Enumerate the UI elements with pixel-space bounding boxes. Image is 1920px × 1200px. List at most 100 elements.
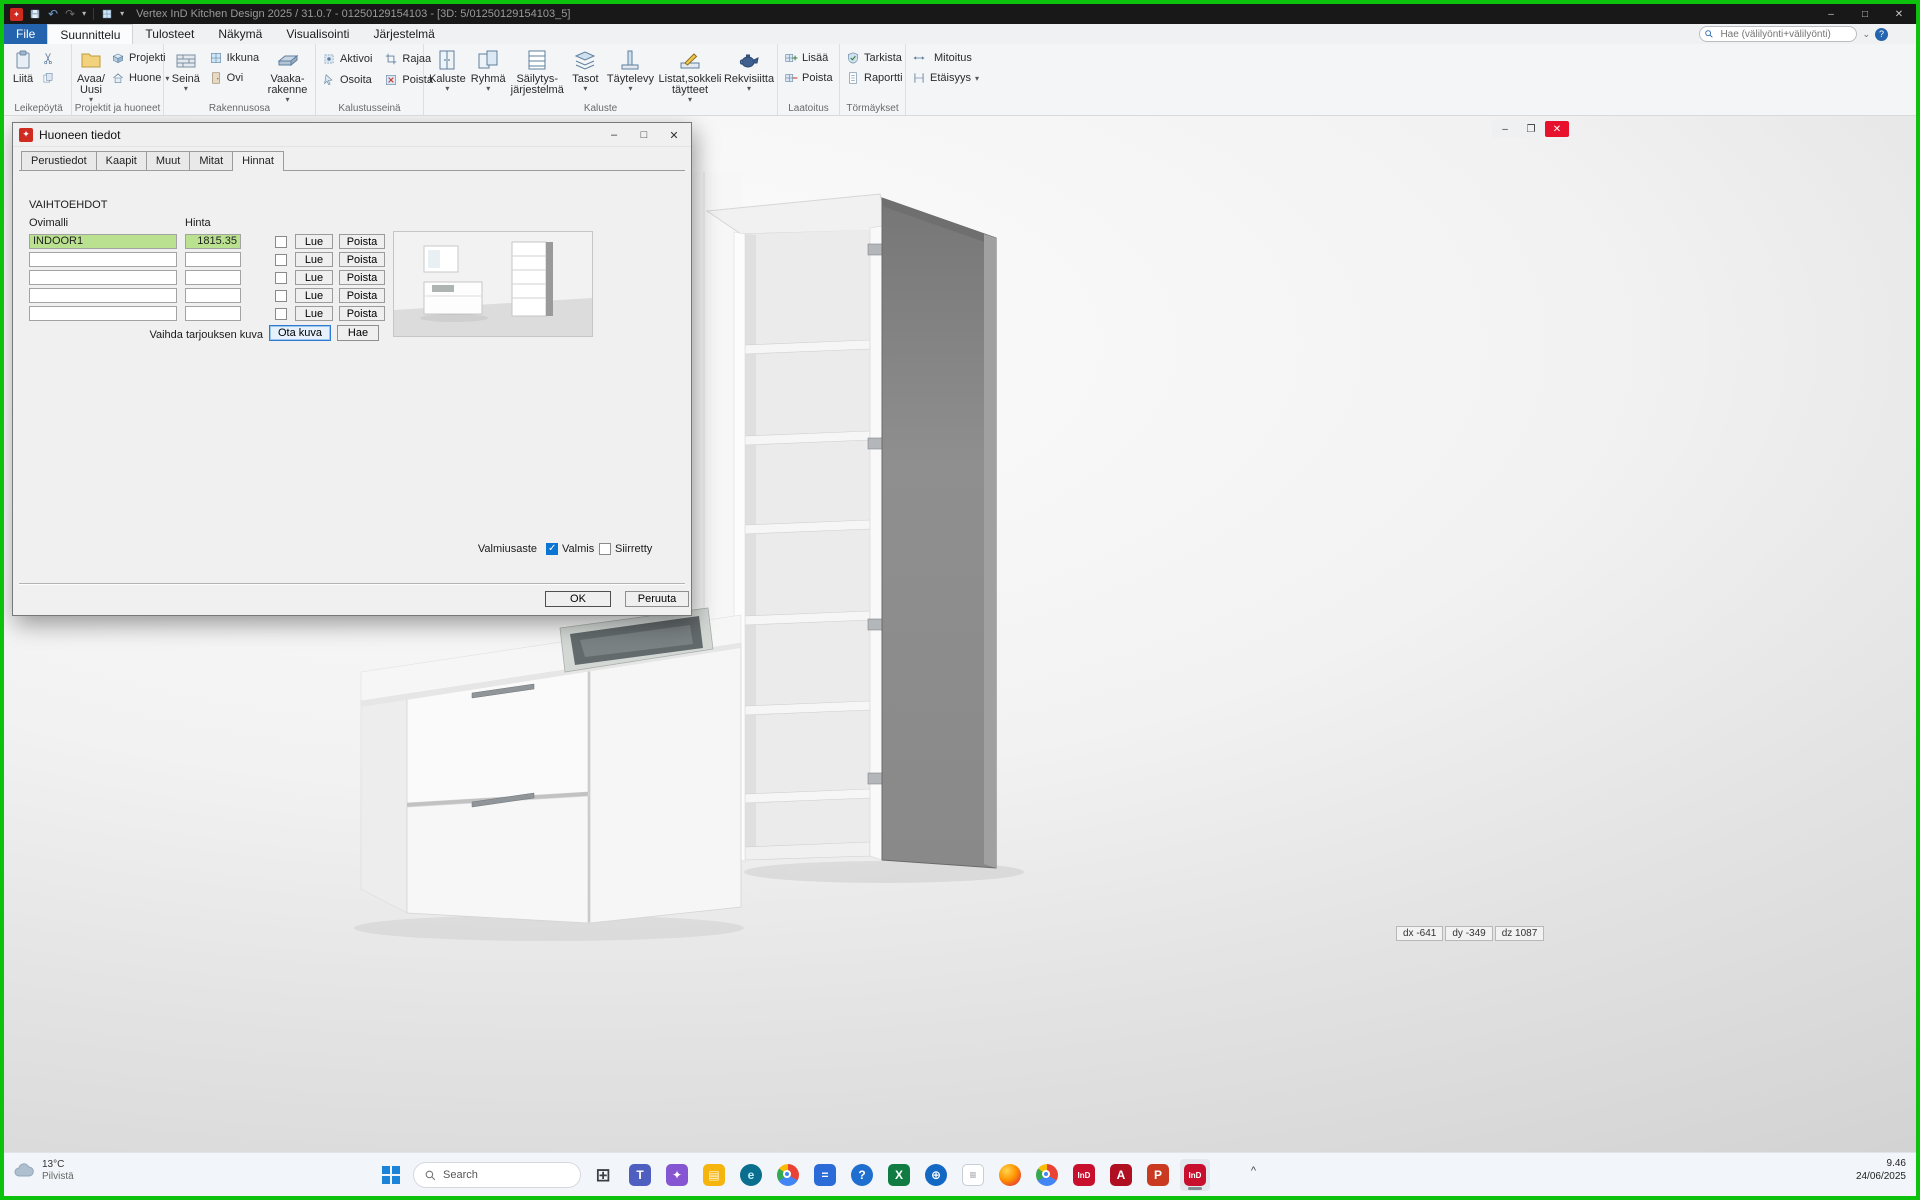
check-collisions-button[interactable]: Tarkista xyxy=(844,49,901,67)
lue-button[interactable]: Lue xyxy=(295,288,333,303)
notepad-icon[interactable]: ≡ xyxy=(958,1159,988,1191)
command-search-input[interactable] xyxy=(1699,26,1857,42)
distance-button[interactable]: Etäisyys▾ xyxy=(910,69,974,87)
help-icon[interactable]: ? xyxy=(1875,28,1888,41)
taskbar-search[interactable]: Search xyxy=(413,1162,581,1188)
row-checkbox[interactable] xyxy=(275,308,287,320)
tab-mitat[interactable]: Mitat xyxy=(189,151,233,170)
window-button[interactable]: Ikkuna xyxy=(207,49,261,67)
save-icon[interactable] xyxy=(29,8,41,20)
tab-nakyma[interactable]: Näkymä xyxy=(206,24,274,44)
lue-button[interactable]: Lue xyxy=(295,270,333,285)
siirretty-checkbox[interactable] xyxy=(599,543,611,555)
point-button[interactable]: Osoita xyxy=(320,71,374,89)
ovimalli-field[interactable] xyxy=(29,252,177,267)
globe-icon[interactable]: ⊕ xyxy=(921,1159,951,1191)
help-icon[interactable]: ? xyxy=(847,1159,877,1191)
hinta-field[interactable] xyxy=(185,252,241,267)
tab-suunnittelu[interactable]: Suunnittelu xyxy=(47,24,133,44)
paste-button[interactable]: Liitä xyxy=(10,46,36,102)
levels-button[interactable]: Tasot▾ xyxy=(568,46,603,105)
poista-button[interactable]: Poista xyxy=(339,270,385,285)
browse-button[interactable]: Hae xyxy=(337,325,379,341)
row-checkbox[interactable] xyxy=(275,236,287,248)
minimize-button[interactable]: – xyxy=(1814,4,1848,24)
redo-icon[interactable]: ↷ xyxy=(65,8,75,20)
tray-chevron-icon[interactable]: ^ xyxy=(1251,1165,1256,1177)
valmis-checkbox[interactable] xyxy=(546,543,558,555)
ovimalli-field[interactable] xyxy=(29,288,177,303)
hinta-field[interactable] xyxy=(185,306,241,321)
hinta-field[interactable]: 1815.35 xyxy=(185,234,241,249)
dialog-minimize-button[interactable]: – xyxy=(599,125,629,145)
close-button[interactable]: ✕ xyxy=(1882,4,1916,24)
poista-button[interactable]: Poista xyxy=(339,234,385,249)
lue-button[interactable]: Lue xyxy=(295,306,333,321)
poista-button[interactable]: Poista xyxy=(339,288,385,303)
poista-button[interactable]: Poista xyxy=(339,252,385,267)
row-checkbox[interactable] xyxy=(275,254,287,266)
calculator-icon[interactable]: = xyxy=(810,1159,840,1191)
lue-button[interactable]: Lue xyxy=(295,234,333,249)
vertex-ind-icon[interactable]: InD xyxy=(1069,1159,1099,1191)
search-chevron-icon[interactable]: ⌄ xyxy=(1862,29,1870,40)
task-view-icon[interactable]: ⊞ xyxy=(588,1159,618,1191)
filler-panel-button[interactable]: Täytelevy▾ xyxy=(606,46,655,105)
props-button[interactable]: Rekvisiitta▾ xyxy=(725,46,773,105)
pdf-icon[interactable]: P xyxy=(1143,1159,1173,1191)
weather-widget[interactable]: 13°C Pilvistä xyxy=(12,1159,74,1183)
dialog-close-button[interactable]: ✕ xyxy=(659,125,689,145)
storage-system-button[interactable]: Säilytys-järjestelmä xyxy=(510,46,565,105)
poista-button[interactable]: Poista xyxy=(339,306,385,321)
tab-muut[interactable]: Muut xyxy=(146,151,190,170)
ok-button[interactable]: OK xyxy=(545,591,611,607)
room-button[interactable]: Huone▾ xyxy=(109,69,171,87)
excel-icon[interactable]: X xyxy=(884,1159,914,1191)
dialog-maximize-button[interactable]: □ xyxy=(629,125,659,145)
tab-jarjestelma[interactable]: Järjestelmä xyxy=(361,24,446,44)
acrobat-icon[interactable]: A xyxy=(1106,1159,1136,1191)
wall-button[interactable]: Seinä▾ xyxy=(168,46,204,105)
cancel-button[interactable]: Peruuta xyxy=(625,591,689,607)
explorer-icon[interactable]: ▤ xyxy=(699,1159,729,1191)
door-button[interactable]: Ovi xyxy=(207,69,261,87)
taskbar-clock[interactable]: 9.46 24/06/2025 xyxy=(1856,1157,1906,1183)
hinta-field[interactable] xyxy=(185,288,241,303)
mdi-minimize-button[interactable]: – xyxy=(1493,121,1517,137)
edge-icon[interactable]: e xyxy=(736,1159,766,1191)
open-new-button[interactable]: Avaa/ Uusi▾ xyxy=(76,46,106,105)
lue-button[interactable]: Lue xyxy=(295,252,333,267)
dimension-button[interactable]: Mitoitus xyxy=(910,49,974,67)
chrome-icon[interactable] xyxy=(773,1159,803,1191)
copy-button[interactable] xyxy=(39,69,57,87)
tab-perustiedot[interactable]: Perustiedot xyxy=(21,151,97,170)
ovimalli-field[interactable] xyxy=(29,270,177,285)
cut-button[interactable] xyxy=(39,49,57,67)
mdi-restore-button[interactable]: ❐ xyxy=(1519,121,1543,137)
fixture-button[interactable]: Kaluste▾ xyxy=(428,46,467,105)
undo-icon[interactable]: ↶ xyxy=(48,8,58,20)
vertex-ind-active-icon[interactable]: InD xyxy=(1180,1159,1210,1191)
copilot-icon[interactable]: ✦ xyxy=(662,1159,692,1191)
project-button[interactable]: Projekti xyxy=(109,49,171,67)
row-checkbox[interactable] xyxy=(275,272,287,284)
hinta-field[interactable] xyxy=(185,270,241,285)
tab-tulosteet[interactable]: Tulosteet xyxy=(133,24,206,44)
horizontal-structure-button[interactable]: Vaaka-rakenne▾ xyxy=(264,46,311,105)
group-button[interactable]: Ryhmä▾ xyxy=(470,46,507,105)
mdi-close-button[interactable]: ✕ xyxy=(1545,121,1569,137)
teams-icon[interactable]: T xyxy=(625,1159,655,1191)
report-button[interactable]: Raportti xyxy=(844,69,901,87)
qat-dropdown2-icon[interactable]: ▾ xyxy=(120,8,124,20)
chrome2-icon[interactable] xyxy=(1032,1159,1062,1191)
view-icon[interactable] xyxy=(101,8,113,20)
row-checkbox[interactable] xyxy=(275,290,287,302)
tab-visualisointi[interactable]: Visualisointi xyxy=(274,24,361,44)
dialog-titlebar[interactable]: ✦ Huoneen tiedot – □ ✕ xyxy=(13,123,691,147)
tab-kaapit[interactable]: Kaapit xyxy=(96,151,147,170)
firefox-icon[interactable] xyxy=(995,1159,1025,1191)
remove-tiling-button[interactable]: Poista xyxy=(782,69,835,87)
ovimalli-field[interactable]: INDOOR1 xyxy=(29,234,177,249)
qat-dropdown-icon[interactable]: ▾ xyxy=(82,8,86,20)
maximize-button[interactable]: □ xyxy=(1848,4,1882,24)
